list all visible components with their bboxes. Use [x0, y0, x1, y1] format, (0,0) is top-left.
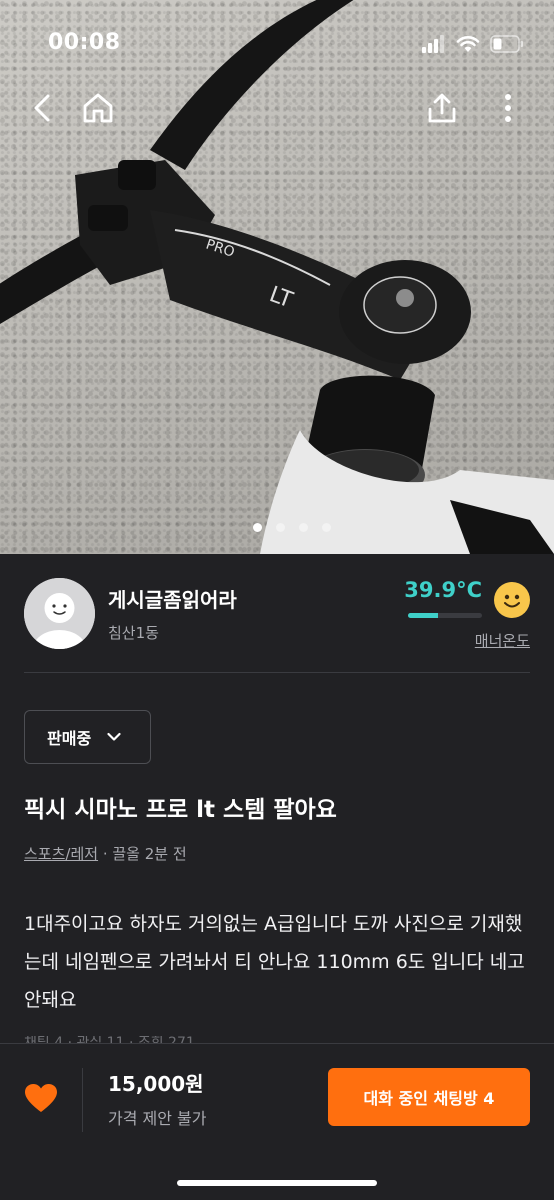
- bottom-action-bar: 15,000원 가격 제안 불가 대화 중인 채팅방 4: [0, 1043, 554, 1200]
- chevron-down-icon: [107, 732, 121, 741]
- seller-name[interactable]: 게시글좀읽어라: [108, 584, 237, 613]
- pagination-dot: [299, 523, 308, 532]
- post-meta: 스포츠/레저 · 끌올 2분 전: [24, 843, 187, 864]
- manner-temperature: 39.9°C: [404, 578, 482, 602]
- status-bar: 00:08: [0, 0, 554, 88]
- manner-temperature-bar: [408, 613, 482, 618]
- like-button[interactable]: [24, 1082, 58, 1116]
- product-photo[interactable]: PRO LT 00:08: [0, 0, 554, 554]
- pagination-dot: [276, 523, 285, 532]
- manner-temperature-fill: [408, 613, 438, 618]
- heart-icon: [25, 1084, 57, 1112]
- status-time: 00:08: [48, 30, 121, 55]
- photo-toolbar: [0, 86, 554, 134]
- default-avatar-icon: [24, 578, 95, 649]
- back-button[interactable]: [20, 86, 64, 130]
- post-time: · 끌올 2분 전: [98, 845, 187, 863]
- home-button[interactable]: [76, 86, 120, 130]
- share-button[interactable]: [420, 86, 464, 130]
- post-description: 1대주이고요 하자도 거의없는 A급입니다 도까 사진으로 기재했는데 네임펜으…: [24, 913, 525, 1011]
- sale-status-dropdown[interactable]: 판매중: [24, 710, 151, 764]
- wifi-icon: [456, 36, 480, 52]
- share-icon: [428, 93, 456, 123]
- smiley-face-icon: [494, 582, 530, 618]
- photo-pagination: [0, 523, 554, 532]
- manner-temperature-link[interactable]: 매너온도: [475, 630, 530, 651]
- category-link[interactable]: 스포츠/레저: [24, 845, 98, 863]
- chat-rooms-button[interactable]: 대화 중인 채팅방 4: [328, 1068, 530, 1126]
- divider: [24, 672, 530, 673]
- cellular-signal-icon: [422, 35, 444, 53]
- divider: [82, 1068, 83, 1132]
- pagination-dot-active: [253, 523, 262, 532]
- avatar[interactable]: [24, 578, 95, 649]
- price-offer-note: 가격 제안 불가: [108, 1109, 207, 1128]
- more-button[interactable]: [486, 86, 530, 130]
- pagination-dot: [322, 523, 331, 532]
- home-indicator: [177, 1180, 377, 1186]
- chevron-left-icon: [34, 94, 50, 122]
- post-stats-clipped: 채팅 4 · 관심 11 · 조회 271: [24, 1036, 195, 1043]
- seller-location: 침산1동: [108, 624, 159, 642]
- home-icon: [83, 93, 113, 123]
- price: 15,000원: [108, 1072, 204, 1096]
- battery-icon: [490, 35, 523, 53]
- seller-profile[interactable]: 게시글좀읽어라 침산1동 39.9°C 매너온도: [24, 576, 530, 672]
- more-vertical-icon: [505, 94, 511, 122]
- post-title: 픽시 시마노 프로 lt 스템 팔아요: [24, 797, 337, 823]
- sale-status-label: 판매중: [47, 729, 92, 748]
- status-icons: [422, 34, 524, 54]
